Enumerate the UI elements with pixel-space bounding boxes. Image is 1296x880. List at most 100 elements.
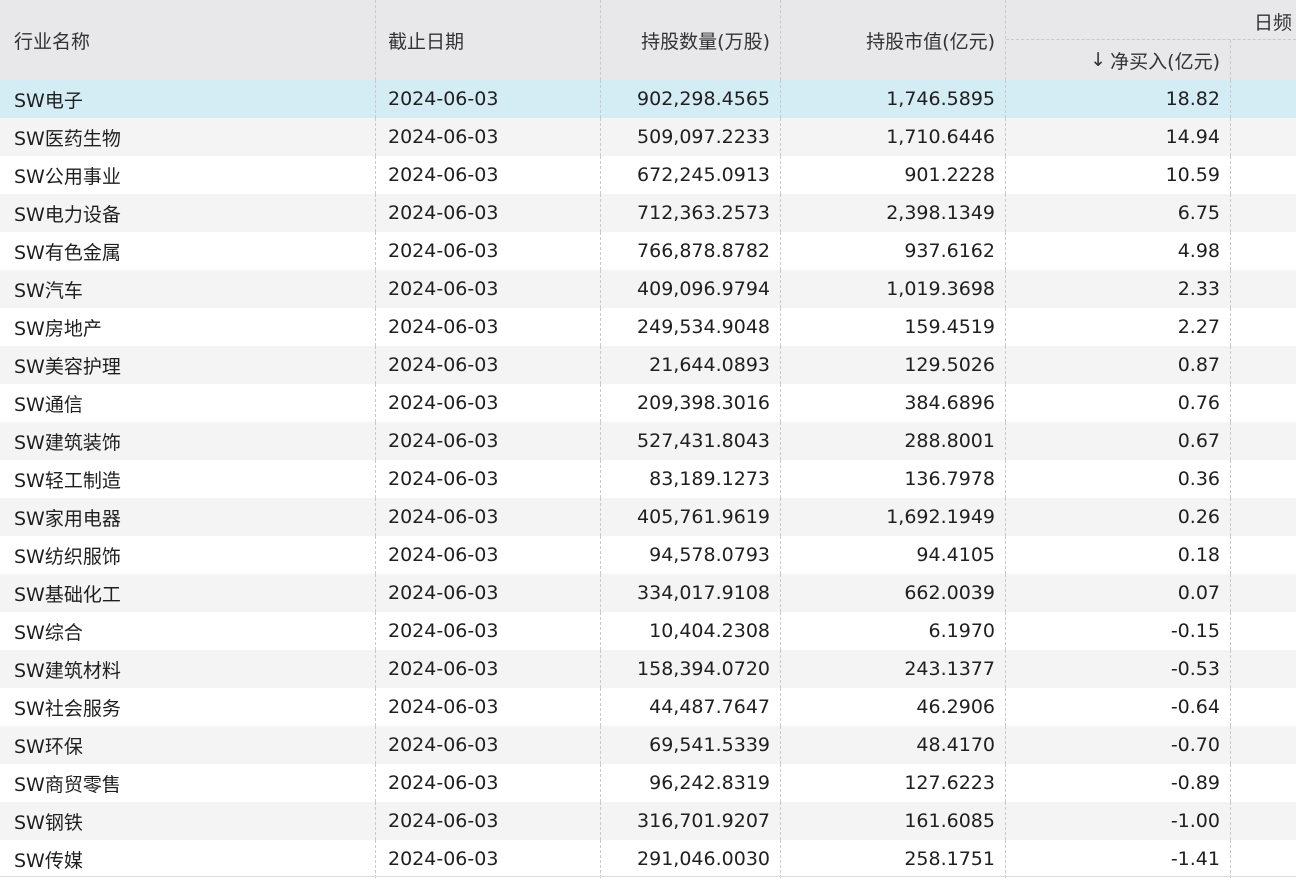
cell-value: 1,746.5895 bbox=[781, 80, 1006, 118]
table-row[interactable]: SW建筑材料 2024-06-03 158,394.0720 243.1377 -0.5… bbox=[0, 650, 1296, 688]
table-row[interactable]: SW医药生物 2024-06-03 509,097.2233 1,710.6446 14… bbox=[0, 118, 1296, 156]
cell-shares: 94,578.0793 bbox=[601, 536, 781, 574]
cell-date: 2024-06-03 bbox=[376, 156, 601, 194]
table-row[interactable]: SW有色金属 2024-06-03 766,878.8782 937.6162 4.98 bbox=[0, 232, 1296, 270]
cell-empty bbox=[1231, 726, 1296, 764]
cell-industry: SW综合 bbox=[0, 612, 376, 650]
cell-value: 159.4519 bbox=[781, 308, 1006, 346]
cell-industry: SW建筑装饰 bbox=[0, 422, 376, 460]
cell-shares: 158,394.0720 bbox=[601, 650, 781, 688]
cell-industry: SW钢铁 bbox=[0, 802, 376, 840]
table-bottom-border bbox=[0, 876, 1296, 877]
cell-empty bbox=[1231, 688, 1296, 726]
cell-empty bbox=[1231, 346, 1296, 384]
cell-net-buy: 0.67 bbox=[1006, 422, 1231, 460]
column-header-net-buy[interactable]: ↓ 净买入(亿元) bbox=[1006, 40, 1231, 80]
cell-shares: 291,046.0030 bbox=[601, 840, 781, 878]
cell-industry: SW纺织服饰 bbox=[0, 536, 376, 574]
column-header-date[interactable]: 截止日期 bbox=[376, 0, 601, 80]
table-row[interactable]: SW传媒 2024-06-03 291,046.0030 258.1751 -1.41 bbox=[0, 840, 1296, 878]
cell-industry: SW美容护理 bbox=[0, 346, 376, 384]
table-row[interactable]: SW钢铁 2024-06-03 316,701.9207 161.6085 -1.00 bbox=[0, 802, 1296, 840]
cell-date: 2024-06-03 bbox=[376, 460, 601, 498]
table-row[interactable]: SW房地产 2024-06-03 249,534.9048 159.4519 2.27 bbox=[0, 308, 1296, 346]
cell-industry: SW社会服务 bbox=[0, 688, 376, 726]
cell-shares: 209,398.3016 bbox=[601, 384, 781, 422]
cell-date: 2024-06-03 bbox=[376, 308, 601, 346]
table-row[interactable]: SW通信 2024-06-03 209,398.3016 384.6896 0.76 bbox=[0, 384, 1296, 422]
cell-empty bbox=[1231, 498, 1296, 536]
cell-industry: SW汽车 bbox=[0, 270, 376, 308]
cell-value: 384.6896 bbox=[781, 384, 1006, 422]
cell-empty bbox=[1231, 270, 1296, 308]
cell-date: 2024-06-03 bbox=[376, 840, 601, 878]
cell-empty bbox=[1231, 764, 1296, 802]
industry-holdings-table: 行业名称 截止日期 持股数量(万股) 持股市值(亿元) 日频 ↓ 净买入(亿元)… bbox=[0, 0, 1296, 880]
cell-value: 2,398.1349 bbox=[781, 194, 1006, 232]
cell-date: 2024-06-03 bbox=[376, 80, 601, 118]
cell-empty bbox=[1231, 574, 1296, 612]
table-row[interactable]: SW轻工制造 2024-06-03 83,189.1273 136.7978 0.36 bbox=[0, 460, 1296, 498]
cell-empty bbox=[1231, 308, 1296, 346]
cell-shares: 316,701.9207 bbox=[601, 802, 781, 840]
cell-shares: 249,534.9048 bbox=[601, 308, 781, 346]
cell-value: 901.2228 bbox=[781, 156, 1006, 194]
table-row[interactable]: SW汽车 2024-06-03 409,096.9794 1,019.3698 2.33 bbox=[0, 270, 1296, 308]
cell-industry: SW电子 bbox=[0, 80, 376, 118]
cell-shares: 44,487.7647 bbox=[601, 688, 781, 726]
sort-descending-icon: ↓ bbox=[1090, 49, 1107, 71]
column-header-value[interactable]: 持股市值(亿元) bbox=[781, 0, 1006, 80]
cell-net-buy: 10.59 bbox=[1006, 156, 1231, 194]
column-group-daily: 日频 ↓ 净买入(亿元) bbox=[1006, 0, 1296, 80]
cell-value: 1,710.6446 bbox=[781, 118, 1006, 156]
cell-value: 48.4170 bbox=[781, 726, 1006, 764]
cell-shares: 96,242.8319 bbox=[601, 764, 781, 802]
table-row[interactable]: SW商贸零售 2024-06-03 96,242.8319 127.6223 -0.89 bbox=[0, 764, 1296, 802]
cell-industry: SW房地产 bbox=[0, 308, 376, 346]
cell-value: 129.5026 bbox=[781, 346, 1006, 384]
cell-empty bbox=[1231, 156, 1296, 194]
table-row[interactable]: SW纺织服饰 2024-06-03 94,578.0793 94.4105 0.18 bbox=[0, 536, 1296, 574]
table-row[interactable]: SW社会服务 2024-06-03 44,487.7647 46.2906 -0.64 bbox=[0, 688, 1296, 726]
cell-date: 2024-06-03 bbox=[376, 612, 601, 650]
table-row[interactable]: SW综合 2024-06-03 10,404.2308 6.1970 -0.15 bbox=[0, 612, 1296, 650]
cell-value: 6.1970 bbox=[781, 612, 1006, 650]
cell-net-buy: 14.94 bbox=[1006, 118, 1231, 156]
cell-value: 288.8001 bbox=[781, 422, 1006, 460]
cell-empty bbox=[1231, 802, 1296, 840]
cell-date: 2024-06-03 bbox=[376, 726, 601, 764]
cell-value: 258.1751 bbox=[781, 840, 1006, 878]
cell-industry: SW电力设备 bbox=[0, 194, 376, 232]
cell-date: 2024-06-03 bbox=[376, 422, 601, 460]
table-row[interactable]: SW建筑装饰 2024-06-03 527,431.8043 288.8001 0.67 bbox=[0, 422, 1296, 460]
cell-net-buy: 0.76 bbox=[1006, 384, 1231, 422]
table-row[interactable]: SW公用事业 2024-06-03 672,245.0913 901.2228 10.5… bbox=[0, 156, 1296, 194]
table-row[interactable]: SW基础化工 2024-06-03 334,017.9108 662.0039 0.07 bbox=[0, 574, 1296, 612]
cell-net-buy: -1.00 bbox=[1006, 802, 1231, 840]
table-row[interactable]: SW电子 2024-06-03 902,298.4565 1,746.5895 18.8… bbox=[0, 80, 1296, 118]
cell-value: 161.6085 bbox=[781, 802, 1006, 840]
column-header-industry-label: 行业名称 bbox=[14, 30, 91, 53]
cell-date: 2024-06-03 bbox=[376, 574, 601, 612]
cell-net-buy: 0.07 bbox=[1006, 574, 1231, 612]
table-row[interactable]: SW家用电器 2024-06-03 405,761.9619 1,692.1949 0.… bbox=[0, 498, 1296, 536]
column-header-shares-label: 持股数量(万股) bbox=[641, 30, 770, 53]
cell-shares: 527,431.8043 bbox=[601, 422, 781, 460]
cell-net-buy: -1.41 bbox=[1006, 840, 1231, 878]
cell-value: 1,692.1949 bbox=[781, 498, 1006, 536]
column-header-shares[interactable]: 持股数量(万股) bbox=[601, 0, 781, 80]
cell-value: 127.6223 bbox=[781, 764, 1006, 802]
column-group-daily-title-cell: 日频 bbox=[1006, 0, 1296, 40]
table-row[interactable]: SW环保 2024-06-03 69,541.5339 48.4170 -0.70 bbox=[0, 726, 1296, 764]
column-header-industry[interactable]: 行业名称 bbox=[0, 0, 376, 80]
cell-date: 2024-06-03 bbox=[376, 270, 601, 308]
table-row[interactable]: SW美容护理 2024-06-03 21,644.0893 129.5026 0.87 bbox=[0, 346, 1296, 384]
cell-empty bbox=[1231, 840, 1296, 878]
cell-date: 2024-06-03 bbox=[376, 346, 601, 384]
cell-value: 136.7978 bbox=[781, 460, 1006, 498]
cell-industry: SW医药生物 bbox=[0, 118, 376, 156]
cell-net-buy: -0.15 bbox=[1006, 612, 1231, 650]
cell-empty bbox=[1231, 612, 1296, 650]
cell-value: 937.6162 bbox=[781, 232, 1006, 270]
table-row[interactable]: SW电力设备 2024-06-03 712,363.2573 2,398.1349 6.… bbox=[0, 194, 1296, 232]
